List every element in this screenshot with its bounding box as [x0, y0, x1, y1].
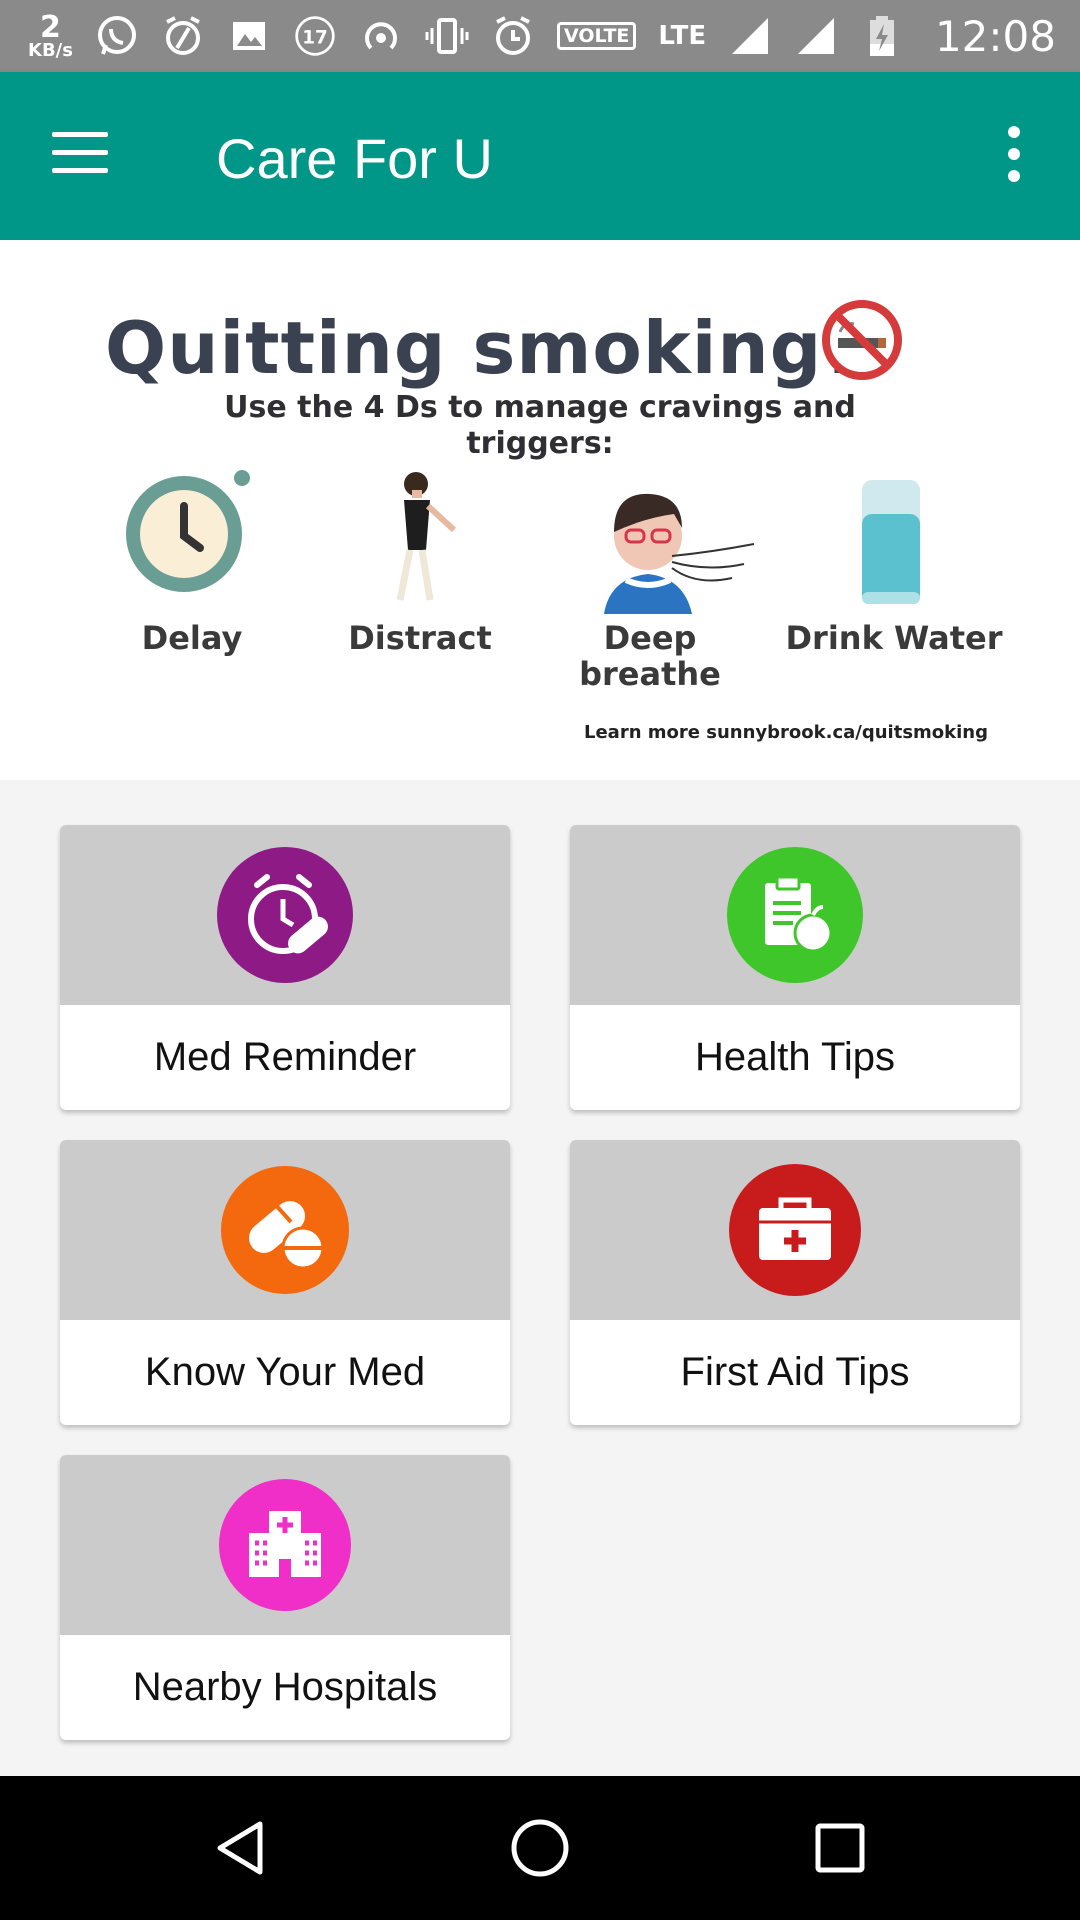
know-your-med-label: Know Your Med [144, 1350, 426, 1394]
back-button[interactable] [200, 1812, 280, 1884]
notification-count: 17 [302, 27, 328, 48]
pill-capsule-icon [221, 1166, 349, 1294]
more-options-button[interactable] [994, 126, 1034, 186]
nearby-hospitals-label: Nearby Hospitals [132, 1665, 438, 1709]
menu-button[interactable] [52, 132, 112, 180]
deep-breathe-label: Deep breathe [579, 619, 721, 693]
health-tips-card[interactable]: Health Tips [570, 825, 1020, 1110]
hotspot-icon [359, 14, 403, 58]
menu-icon-line-2 [52, 150, 108, 155]
image-icon [227, 14, 271, 58]
status-bar: 2 KB/s 17 VOLTE LTE 12:08 [0, 0, 1080, 72]
alarm-off-icon [161, 14, 205, 58]
whatsapp-icon [95, 14, 139, 58]
network-speed: 2 KB/s [28, 9, 73, 61]
walking-person-icon [396, 472, 457, 601]
notification-count-icon: 17 [293, 14, 337, 58]
app-title: Care For U [216, 127, 493, 190]
delay-label: Delay [141, 619, 243, 657]
health-tips-label: Health Tips [694, 1035, 896, 1079]
deep-breathe-icon [604, 493, 755, 614]
alarm-icon [491, 14, 535, 58]
banner-subtitle: Use the 4 Ds to manage cravings and trig… [224, 390, 856, 461]
water-glass-icon [862, 480, 920, 604]
clock: 12:08 [934, 11, 1056, 61]
home-button[interactable] [500, 1812, 580, 1884]
learn-more-link[interactable]: Learn more sunnybrook.ca/quitsmoking [584, 722, 988, 743]
signal-icon [728, 14, 772, 58]
network-speed-unit: KB/s [28, 39, 73, 61]
navigation-bar [0, 1776, 1080, 1920]
know-your-med-card[interactable]: Know Your Med [60, 1140, 510, 1425]
med-reminder-card[interactable]: Med Reminder [60, 825, 510, 1110]
lte-indicator: LTE [658, 21, 707, 51]
volte-badge: VOLTE [556, 22, 637, 50]
vibrate-icon [425, 14, 469, 58]
distract-label: Distract [348, 619, 492, 657]
menu-icon-line-1 [52, 132, 108, 137]
med-reminder-label: Med Reminder [153, 1035, 417, 1079]
menu-icon-line-3 [52, 168, 108, 173]
first-aid-tips-label: First Aid Tips [680, 1350, 910, 1394]
alarm-pill-icon [217, 847, 353, 983]
first-aid-kit-icon [729, 1164, 861, 1296]
quit-smoking-banner[interactable]: Quitting smoking? Use the 4 Ds to manage… [0, 240, 1080, 780]
battery-charging-icon [860, 14, 904, 58]
clipboard-apple-icon [727, 847, 863, 983]
first-aid-tips-card[interactable]: First Aid Tips [570, 1140, 1020, 1425]
network-speed-value: 2 [40, 9, 61, 45]
back-icon [217, 1821, 263, 1875]
stopwatch-icon [126, 470, 250, 592]
hospital-icon [219, 1479, 351, 1611]
nearby-hospitals-card[interactable]: Nearby Hospitals [60, 1455, 510, 1740]
recents-icon [815, 1823, 865, 1873]
signal-icon-2 [794, 14, 838, 58]
drink-water-label: Drink Water [785, 619, 1003, 657]
banner-title: Quitting smoking? [105, 306, 865, 390]
home-icon [511, 1819, 569, 1877]
recents-button[interactable] [800, 1812, 880, 1884]
no-smoking-icon [822, 300, 902, 380]
app-bar: Care For U [0, 72, 1080, 240]
